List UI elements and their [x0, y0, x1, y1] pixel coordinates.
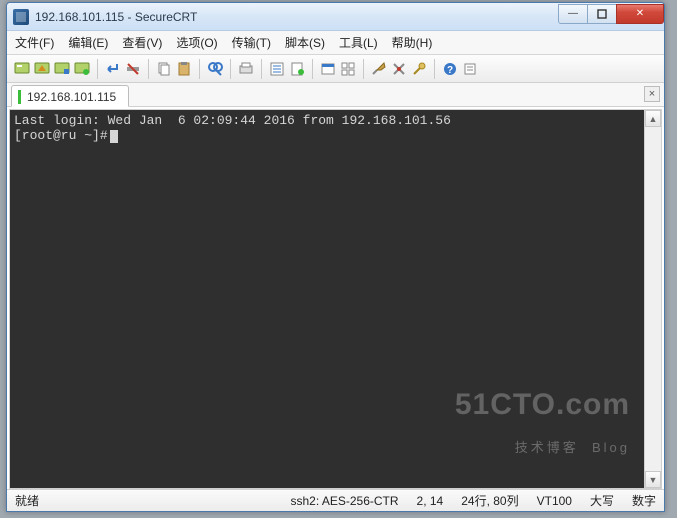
menu-file[interactable]: 文件(F) [15, 34, 54, 51]
cursor-icon [110, 130, 118, 143]
maximize-button[interactable] [587, 4, 617, 24]
tab-label: 192.168.101.115 [27, 90, 116, 104]
window-controls: — ✕ [559, 4, 664, 24]
maximize-icon [597, 9, 607, 19]
tab-close-button[interactable]: × [644, 86, 660, 102]
menu-view[interactable]: 查看(V) [122, 34, 162, 51]
status-dimensions: 24行, 80列 [461, 492, 518, 509]
menu-edit[interactable]: 编辑(E) [68, 34, 108, 51]
tool-help-icon[interactable]: ? [441, 60, 459, 78]
session-tab[interactable]: 192.168.101.115 [11, 85, 129, 107]
menu-transfer[interactable]: 传输(T) [232, 34, 271, 51]
tool-about-icon[interactable] [461, 60, 479, 78]
tool-print-icon[interactable] [237, 60, 255, 78]
chevron-up-icon: ▲ [649, 114, 658, 124]
close-button[interactable]: ✕ [616, 4, 664, 24]
tool-log-icon[interactable] [288, 60, 306, 78]
close-icon: ✕ [636, 8, 644, 19]
terminal-prompt: [root@ru ~]# [14, 128, 108, 143]
toolbar-separator [363, 59, 364, 79]
tool-session-mgr-icon[interactable] [13, 60, 31, 78]
tool-find-icon[interactable] [206, 60, 224, 78]
tool-connect-in-tab-icon[interactable] [53, 60, 71, 78]
tool-reconnect-icon[interactable] [73, 60, 91, 78]
watermark: 51CTO.com 技术博客 Blog [455, 367, 630, 470]
svg-text:?: ? [447, 65, 453, 76]
tab-close-icon: × [649, 88, 655, 100]
watermark-big: 51CTO.com [455, 397, 630, 412]
menu-tools[interactable]: 工具(L) [339, 34, 378, 51]
toolbar: ? [7, 55, 664, 83]
app-icon [13, 9, 29, 25]
menubar: 文件(F) 编辑(E) 查看(V) 选项(O) 传输(T) 脚本(S) 工具(L… [7, 31, 664, 55]
toolbar-separator [312, 59, 313, 79]
minimize-icon: — [568, 8, 578, 19]
menu-options[interactable]: 选项(O) [176, 34, 217, 51]
terminal-container: Last login: Wed Jan 6 02:09:44 2016 from… [9, 109, 662, 489]
tool-disconnect-icon[interactable] [124, 60, 142, 78]
tool-paste-icon[interactable] [175, 60, 193, 78]
statusbar: 就绪 ssh2: AES-256-CTR 2, 14 24行, 80列 VT10… [7, 489, 664, 511]
scroll-up-button[interactable]: ▲ [645, 110, 661, 127]
menu-script[interactable]: 脚本(S) [285, 34, 325, 51]
vertical-scrollbar[interactable]: ▲ ▼ [644, 110, 661, 488]
status-cursor-pos: 2, 14 [417, 494, 444, 508]
toolbar-separator [434, 59, 435, 79]
tool-copy-icon[interactable] [155, 60, 173, 78]
tabstrip: 192.168.101.115 × [7, 83, 664, 107]
tool-new-window-icon[interactable] [319, 60, 337, 78]
minimize-button[interactable]: — [558, 4, 588, 24]
menu-help[interactable]: 帮助(H) [392, 34, 433, 51]
tool-key-icon[interactable] [410, 60, 428, 78]
status-num: 数字 [632, 492, 656, 509]
tool-tile-icon[interactable] [339, 60, 357, 78]
titlebar[interactable]: 192.168.101.115 - SecureCRT — ✕ [7, 3, 664, 31]
toolbar-separator [148, 59, 149, 79]
watermark-small: 技术博客 Blog [455, 440, 630, 455]
status-emulation: VT100 [537, 494, 572, 508]
status-ready: 就绪 [15, 492, 39, 509]
terminal-line: Last login: Wed Jan 6 02:09:44 2016 from… [14, 113, 451, 128]
tool-settings-icon[interactable] [370, 60, 388, 78]
toolbar-separator [199, 59, 200, 79]
tool-properties-icon[interactable] [268, 60, 286, 78]
toolbar-separator [230, 59, 231, 79]
status-caps: 大写 [590, 492, 614, 509]
toolbar-separator [261, 59, 262, 79]
scroll-track[interactable] [645, 127, 661, 471]
toolbar-separator [97, 59, 98, 79]
window-title: 192.168.101.115 - SecureCRT [35, 10, 559, 24]
terminal[interactable]: Last login: Wed Jan 6 02:09:44 2016 from… [10, 110, 644, 488]
tab-active-indicator [18, 90, 21, 104]
tool-enter-key-icon[interactable] [104, 60, 122, 78]
status-cipher: ssh2: AES-256-CTR [290, 494, 398, 508]
app-window: 192.168.101.115 - SecureCRT — ✕ 文件(F) 编辑… [6, 2, 665, 512]
chevron-down-icon: ▼ [649, 475, 658, 485]
scroll-down-button[interactable]: ▼ [645, 471, 661, 488]
tool-quick-connect-icon[interactable] [33, 60, 51, 78]
tool-options-icon[interactable] [390, 60, 408, 78]
